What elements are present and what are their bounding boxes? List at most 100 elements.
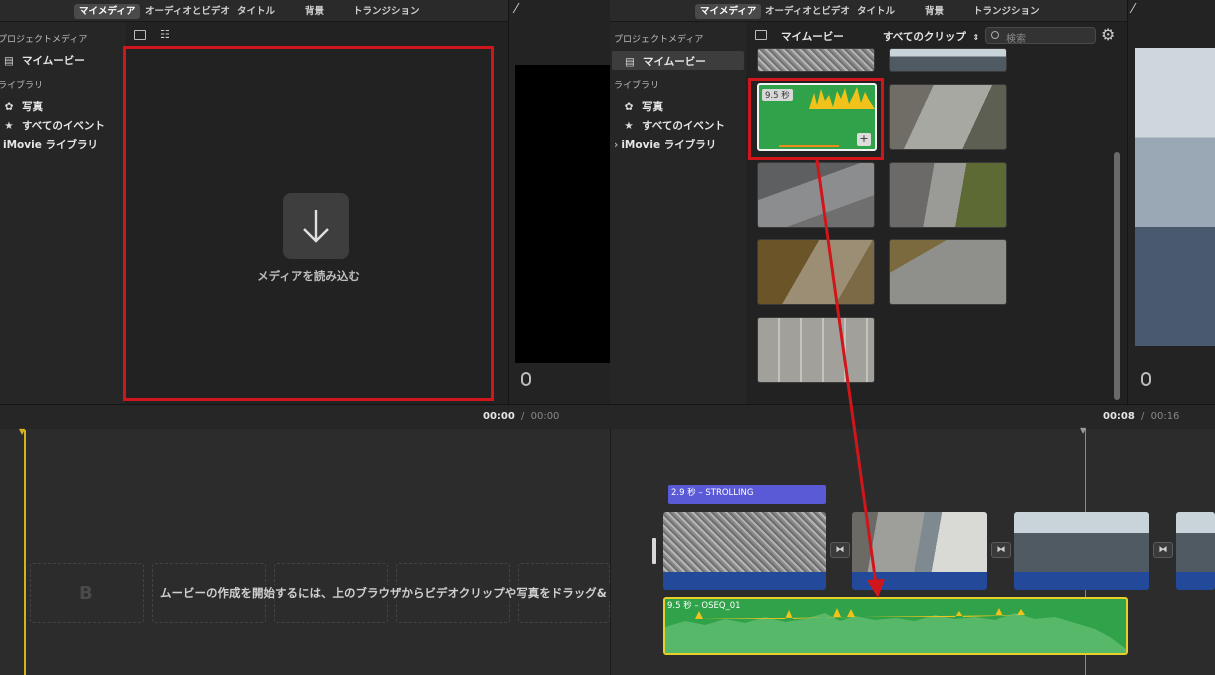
video-clip-audio-bar [1176,572,1215,590]
left-tab-titles[interactable]: タイトル [232,4,280,19]
right-section-project-media: プロジェクトメディア [614,35,704,45]
clapboard-icon: ▤ [625,56,635,68]
microphone-icon[interactable] [1141,372,1151,386]
video-clip-gravel[interactable] [663,512,826,590]
video-clip-partial[interactable] [1176,512,1215,590]
clip-thumbnail-dry-grass[interactable] [757,239,875,305]
clip-thumbnail-curb[interactable] [757,162,875,228]
right-viewer [1135,48,1215,346]
import-drop-zone[interactable]: メディアを読み込む [123,46,494,401]
right-my-movie-label: マイムービー [643,56,706,68]
video-clip-audio-bar [663,572,826,590]
video-clip-walkway[interactable] [852,512,987,590]
gear-icon[interactable]: ⚙ [1101,25,1115,44]
left-tab-transitions[interactable]: トランジション [348,4,425,19]
right-imovie-library-label: iMovie ライブラリ [621,139,717,151]
right-timecode: 00:08 / 00:16 [1103,411,1179,422]
clip-thumbnail-hedge-path[interactable] [889,162,1007,228]
left-magic-wand-area: ⁄ [508,0,611,404]
left-sidebar: プロジェクトメディア ▤ マイムービー ライブラリ ✿ 写真 ★ すべてのイベント i… [0,22,126,404]
right-tab-titles[interactable]: タイトル [852,4,900,19]
right-sidebar: プロジェクトメディア ▤ マイムービー ライブラリ ✿ 写真 ★ すべてのイベント ›… [610,22,746,404]
right-time-total: 00:16 [1150,411,1180,422]
transition-icon[interactable]: ⧓ [1153,542,1173,558]
right-my-movie-row: ▤ マイムービー [624,54,706,69]
sidebar-toggle-icon[interactable] [755,30,767,40]
right-tab-my-media[interactable]: マイメディア [695,4,762,19]
clip-thumbnail-paving[interactable] [757,317,875,383]
left-section-project-media: プロジェクトメディア [0,35,88,45]
clip-thumbnail-shadow-path[interactable] [889,84,1007,150]
left-tab-backgrounds[interactable]: 背景 [300,4,329,19]
magic-wand-icon[interactable]: ⁄ [1132,2,1134,17]
video-clip-frame [1014,512,1149,572]
right-tab-audio-video[interactable]: オーディオとビデオ [760,4,855,19]
timeline-divider [610,429,611,675]
timeline-header: 00:00 / 00:00 00:08 / 00:16 [0,405,1215,429]
clip-thumbnail-asphalt[interactable] [889,239,1007,305]
import-arrow-icon [303,210,329,243]
sidebar-toggle-icon[interactable] [134,30,146,40]
browser-title: マイムービー [781,31,844,43]
playhead-marker-icon: ▼ [1080,426,1087,435]
search-placeholder: 検索 [1006,34,1026,45]
right-tab-backgrounds[interactable]: 背景 [920,4,949,19]
import-arrow-button[interactable] [283,193,349,259]
browser-scrollbar[interactable] [1114,152,1120,400]
right-sidebar-item-all-events[interactable]: ★ すべてのイベント [623,118,725,133]
left-sidebar-item-imovie-library[interactable]: iMovie ライブラリ [3,137,98,152]
video-clip-audio-bar [852,572,987,590]
left-imovie-library-label: iMovie ライブラリ [3,139,98,151]
left-sidebar-item-my-movie[interactable]: ▤ マイムービー [3,53,85,68]
placeholder-glyph: B [79,583,93,604]
right-sidebar-item-imovie-library[interactable]: › iMovie ライブラリ [614,137,716,152]
clip-thumbnail-gravel-top[interactable] [757,48,875,72]
search-icon [991,31,999,39]
left-tab-my-media[interactable]: マイメディア [74,4,141,19]
right-sidebar-item-photos[interactable]: ✿ 写真 [623,99,663,114]
transition-icon[interactable]: ⧓ [830,542,850,558]
clip-range-underline [779,145,839,147]
playhead-marker-icon: ▼ [19,427,26,436]
right-tab-bar: マイメディア オーディオとビデオ タイトル 背景 トランジション [610,0,1127,22]
left-sidebar-item-all-events[interactable]: ★ すべてのイベント [3,118,105,133]
video-clip-frame [852,512,987,572]
right-photos-label: 写真 [642,101,663,113]
clip-duration-badge: 9.5 秒 [762,89,793,101]
browser-toolbar: マイムービー すべてのクリップ ⇕ 検索 ⚙ [746,22,1127,48]
clip-appearance-icon[interactable]: ☷ [160,28,170,41]
import-media-label: メディアを読み込む [257,269,360,283]
left-playhead[interactable] [24,430,26,675]
magic-wand-icon[interactable]: ⁄ [515,2,517,17]
star-icon: ★ [624,120,634,132]
plus-icon[interactable]: + [857,133,871,146]
transition-icon[interactable]: ⧓ [991,542,1011,558]
left-timecode: 00:00 / 00:00 [483,411,559,422]
timeline-start-handle[interactable] [652,538,656,564]
audio-clip-waveform [665,608,1126,653]
audio-clip[interactable]: 9.5 秒 – OSEQ_01 [663,597,1128,655]
search-field[interactable]: 検索 [985,27,1096,45]
clip-filter-label: すべてのクリップ [883,31,966,43]
right-sidebar-item-my-movie[interactable]: ▤ マイムービー [612,51,744,70]
title-clip[interactable]: 2.9 秒 – STROLLING [668,485,826,504]
clip-thumbnail-road-top[interactable] [889,48,1007,72]
placeholder-slot: B [30,563,144,623]
microphone-icon[interactable] [521,372,531,386]
star-icon: ★ [4,120,14,132]
right-section-library: ライブラリ [614,81,660,91]
flower-icon: ✿ [4,101,14,113]
right-time-separator: / [1141,411,1145,422]
flower-icon: ✿ [624,101,634,113]
left-tab-audio-video[interactable]: オーディオとビデオ [140,4,235,19]
clapboard-icon: ▤ [4,55,14,67]
left-tab-bar: マイメディア オーディオとビデオ タイトル 背景 トランジション [0,0,508,22]
right-all-events-label: すべてのイベント [642,120,725,132]
empty-timeline-message: ムービーの作成を開始するには、上のブラウザからビデオクリップや写真をドラッグ&ド [160,585,610,601]
audio-clip-thumbnail[interactable]: 9.5 秒 + [757,83,877,151]
right-tab-transitions[interactable]: トランジション [968,4,1045,19]
left-time-current: 00:00 [483,411,515,422]
clip-filter-dropdown[interactable]: すべてのクリップ ⇕ [883,29,979,44]
video-clip-bridge-road[interactable] [1014,512,1149,590]
left-sidebar-item-photos[interactable]: ✿ 写真 [3,99,43,114]
